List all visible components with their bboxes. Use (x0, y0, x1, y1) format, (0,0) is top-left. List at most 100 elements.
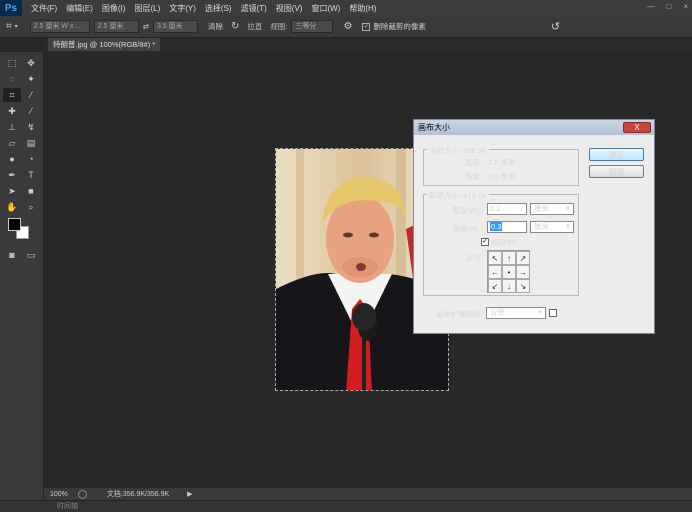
anchor-top-right[interactable]: ↗ (516, 251, 530, 265)
menu-window[interactable]: 窗口(W) (311, 3, 340, 14)
gradient-tool-icon[interactable]: ▤ (22, 136, 40, 150)
anchor-bottom-left[interactable]: ↙ (488, 279, 502, 293)
menu-select[interactable]: 选择(S) (205, 3, 232, 14)
chevron-down-icon: ▼ (537, 310, 543, 316)
view-select[interactable]: 三等分 (291, 20, 334, 33)
anchor-bottom[interactable]: ↓ (502, 279, 516, 293)
shape-tool-icon[interactable]: ■ (22, 184, 40, 198)
reset-icon[interactable]: ↺ (551, 20, 560, 33)
menu-type[interactable]: 文字(Y) (169, 3, 196, 14)
gear-icon[interactable]: ⚙ (343, 21, 352, 32)
anchor-center[interactable]: • (502, 265, 516, 279)
delete-cropped-label: 删除裁剪的像素 (373, 22, 426, 31)
foreground-color-swatch[interactable] (8, 218, 21, 231)
lasso-tool-icon[interactable]: ◌ (3, 72, 21, 86)
ok-button[interactable]: 确定 (589, 148, 644, 161)
swap-icon[interactable]: ⇄ (143, 22, 149, 31)
relative-checkbox[interactable]: ✓ (481, 238, 489, 246)
view-label: 视图: (270, 22, 288, 31)
anchor-left[interactable]: ← (488, 265, 502, 279)
document-tabs: 特朗普.jpg @ 100%(RGB/8#) * × (44, 38, 692, 62)
crop-tool-icon[interactable]: ⌗ (6, 21, 12, 32)
current-height-label: 高度: (465, 172, 483, 181)
checkbox-checked-icon[interactable]: ✓ (362, 22, 371, 31)
pen-tool-icon[interactable]: ✒ (3, 168, 21, 182)
anchor-top[interactable]: ↑ (502, 251, 516, 265)
menu-help[interactable]: 帮助(H) (349, 3, 376, 14)
eraser-tool-icon[interactable]: ▱ (3, 136, 21, 150)
current-height-value: 3.5 厘米 (488, 172, 516, 181)
document-tab-label: 特朗普.jpg @ 100%(RGB/8#) * (53, 40, 156, 49)
stamp-tool-icon[interactable]: ⊥ (3, 120, 21, 134)
photoshop-logo: Ps (0, 0, 22, 16)
crop-ratio-select[interactable]: 2.5 厘米 W x ... (29, 20, 90, 33)
new-height-selected-text: 0.3 (490, 222, 503, 231)
relative-label: 相对(R) (491, 238, 517, 247)
rotate-icon[interactable]: ↻ (231, 21, 239, 32)
anchor-bottom-right[interactable]: ↘ (516, 279, 530, 293)
menu-filter[interactable]: 滤镜(T) (241, 3, 267, 14)
blur-tool-icon[interactable]: ● (3, 152, 21, 166)
move-tool-icon[interactable]: ✥ (22, 56, 40, 70)
magic-wand-icon[interactable]: ✦ (22, 72, 40, 86)
history-brush-icon[interactable]: ↯ (22, 120, 40, 134)
menu-file[interactable]: 文件(F) (31, 3, 57, 14)
new-width-input[interactable]: 0.2 (487, 203, 527, 215)
crop-tool-icon[interactable]: ⌗ (3, 88, 21, 102)
maximize-button[interactable]: □ (666, 2, 671, 11)
anchor-grid: ↖ ↑ ↗ ← • → ↙ ↓ ↘ (487, 250, 530, 293)
brush-tool-icon[interactable]: ∕ (22, 104, 40, 118)
quick-mask-icon[interactable]: ◙ (3, 248, 21, 262)
menu-view[interactable]: 视图(V) (276, 3, 303, 14)
status-icon[interactable] (77, 489, 87, 499)
chevron-down-icon[interactable]: ▾ (15, 23, 18, 30)
new-size-label: 新建大小: 419.1K (427, 190, 489, 201)
current-width-label: 宽度: (465, 158, 483, 167)
dialog-close-button[interactable]: X (623, 122, 651, 133)
menu-layer[interactable]: 图层(L) (134, 3, 160, 14)
anchor-right[interactable]: → (516, 265, 530, 279)
document-size: 文档:356.9K/356.9K (106, 491, 170, 498)
close-window-button[interactable]: × (683, 2, 688, 11)
dialog-title: 画布大小 (414, 120, 654, 135)
screen-mode-icon[interactable]: ▭ (22, 248, 40, 262)
canvas-extension-value: 背景 (490, 308, 505, 317)
clear-button[interactable]: 清除 (208, 21, 223, 32)
options-bar: ⌗ ▾ 2.5 厘米 W x ... 2.5 厘米 ⇄ 3.5 厘米 清除 ↻ … (0, 16, 692, 38)
path-selection-icon[interactable]: ➤ (3, 184, 21, 198)
eyedropper-icon[interactable]: ⁄ (22, 88, 40, 102)
zoom-level[interactable]: 100% (50, 491, 68, 498)
healing-brush-icon[interactable]: ✚ (3, 104, 21, 118)
menu-bar: Ps 文件(F) 编辑(E) 图像(I) 图层(L) 文字(Y) 选择(S) 滤… (0, 0, 692, 16)
crop-width-input[interactable]: 2.5 厘米 (93, 20, 139, 33)
zoom-tool-icon[interactable]: ⌕ (22, 200, 40, 214)
canvas-extension-select[interactable]: 背景 ▼ (486, 307, 546, 319)
new-width-label: 宽度(W): (452, 206, 482, 215)
new-height-input[interactable]: 0.3 (487, 221, 527, 233)
height-unit-label: 厘米 (534, 222, 549, 231)
new-height-label: 高度(H): (452, 224, 480, 233)
dodge-tool-icon[interactable]: ◔ (22, 152, 40, 166)
hand-tool-icon[interactable]: ✋ (3, 200, 21, 214)
current-width-value: 2.5 厘米 (488, 158, 516, 167)
straighten-button[interactable]: 拉直 (247, 21, 262, 32)
anchor-label: 定位: (466, 253, 484, 262)
canvas-extension-label: 画布扩展颜色: (436, 310, 484, 319)
crop-height-input[interactable]: 3.5 厘米 (152, 20, 198, 33)
chevron-down-icon: ▼ (565, 206, 571, 212)
marquee-tool-icon[interactable]: ⬚ (3, 56, 21, 70)
chevron-down-icon: ▼ (565, 224, 571, 230)
new-height-unit-select[interactable]: 厘米 ▼ (530, 221, 574, 233)
menu-edit[interactable]: 编辑(E) (66, 3, 93, 14)
document-tab[interactable]: 特朗普.jpg @ 100%(RGB/8#) * × (48, 38, 160, 62)
timeline-bar[interactable]: 时间轴 (0, 500, 692, 512)
anchor-top-left[interactable]: ↖ (488, 251, 502, 265)
menu-image[interactable]: 图像(I) (102, 3, 126, 14)
new-width-unit-select[interactable]: 厘米 ▼ (530, 203, 574, 215)
status-menu-arrow-icon[interactable]: ▶ (187, 490, 192, 498)
type-tool-icon[interactable]: T (22, 168, 40, 182)
extension-color-swatch[interactable] (549, 309, 557, 317)
cancel-button[interactable]: 取消 (589, 165, 644, 178)
minimize-button[interactable]: — (646, 2, 654, 11)
current-size-label: 当前大小: 356.9K (427, 145, 489, 156)
